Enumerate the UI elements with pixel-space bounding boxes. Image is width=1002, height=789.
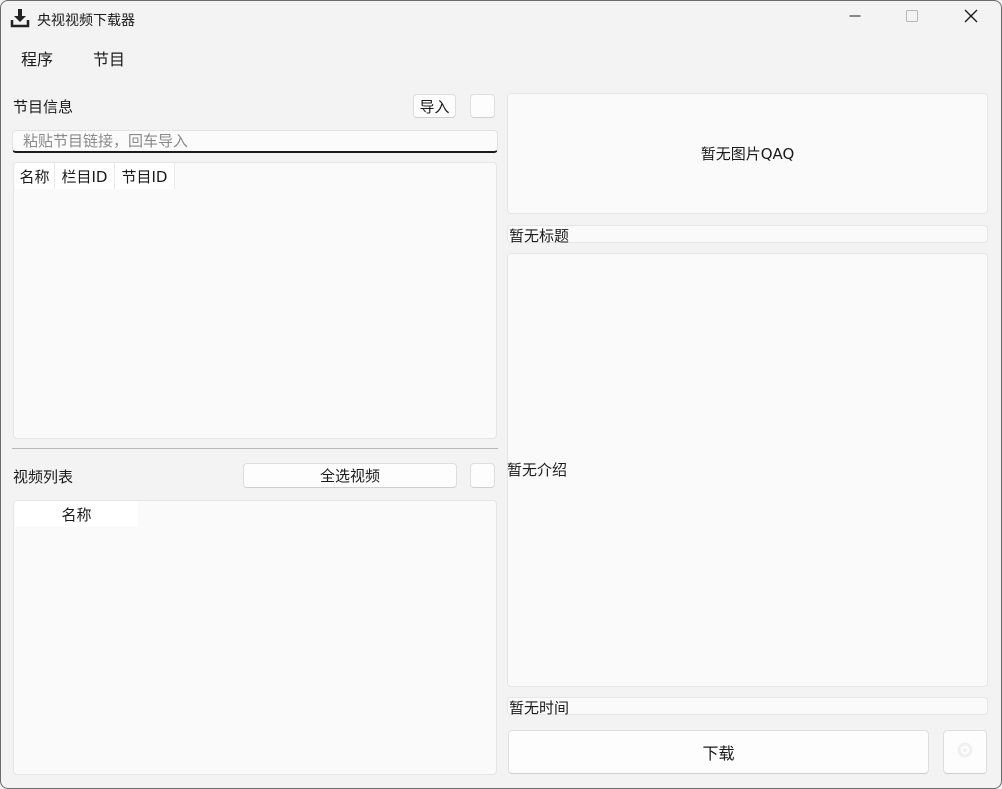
program-info-table[interactable]: [13, 162, 497, 439]
menu-program[interactable]: 程序: [21, 46, 53, 70]
section-divider: [12, 448, 498, 449]
video-list-extra-button[interactable]: [470, 463, 495, 488]
program-title: 暂无标题: [509, 227, 570, 245]
maximize-button[interactable]: [883, 0, 941, 36]
column-header-video-name[interactable]: 名称: [15, 501, 138, 527]
video-list-label: 视频列表: [13, 468, 74, 486]
column-header-program-id[interactable]: 节目ID: [115, 163, 175, 189]
minimize-button[interactable]: [826, 0, 884, 36]
title-field: [507, 225, 988, 243]
program-intro: 暂无介绍: [507, 461, 568, 479]
program-info-extra-button[interactable]: [470, 94, 495, 118]
time-field: [507, 697, 988, 715]
program-info-label: 节目信息: [13, 98, 74, 116]
cover-image-placeholder: 暂无图片QAQ: [507, 93, 988, 214]
maximize-icon: [906, 10, 918, 26]
select-all-videos-button[interactable]: 全选视频: [243, 463, 457, 488]
no-image-text: 暂无图片QAQ: [700, 145, 795, 163]
download-icon: [10, 8, 30, 28]
column-header-name[interactable]: 名称: [15, 163, 55, 189]
gear-icon: [955, 740, 975, 764]
video-list-table[interactable]: [13, 500, 497, 775]
menu-episode[interactable]: 节目: [93, 46, 125, 70]
close-button[interactable]: [942, 0, 1000, 36]
close-icon: [964, 9, 978, 27]
window-title: 央视视频下载器: [37, 13, 135, 29]
download-button[interactable]: 下载: [508, 730, 929, 774]
import-button[interactable]: 导入: [413, 94, 456, 118]
minimize-icon: [849, 10, 861, 26]
intro-panel: [507, 253, 988, 687]
settings-button[interactable]: [943, 730, 987, 774]
column-header-column-id[interactable]: 栏目ID: [55, 163, 115, 189]
program-link-input[interactable]: 粘贴节目链接，回车导入: [12, 130, 498, 153]
program-time: 暂无时间: [509, 699, 570, 717]
